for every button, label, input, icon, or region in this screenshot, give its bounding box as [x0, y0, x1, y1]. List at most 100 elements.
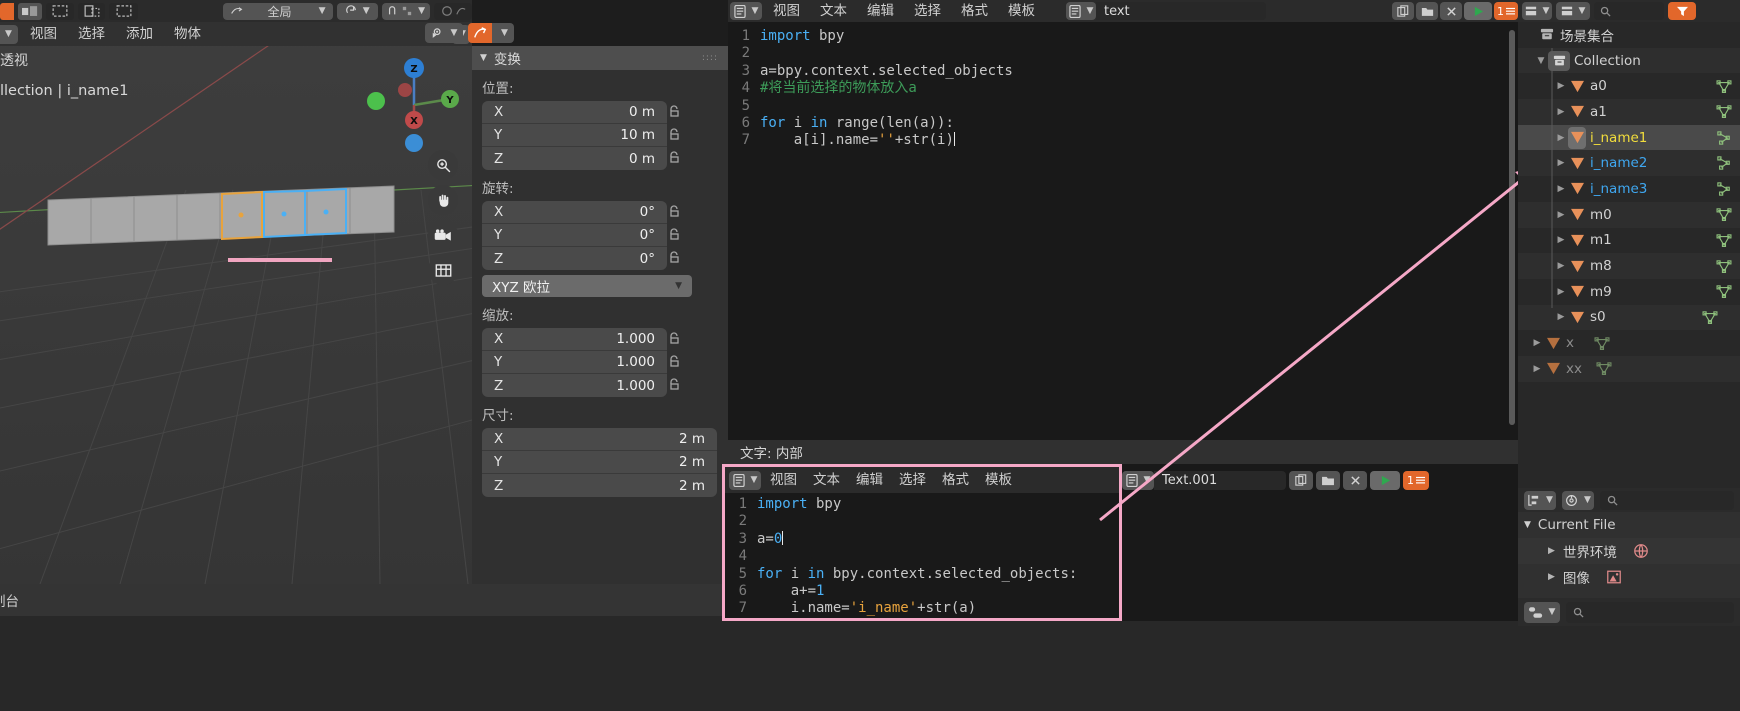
outliner-item-m9[interactable]: ▶ m9	[1518, 279, 1740, 305]
editor-type-dropdown[interactable]: ▼	[729, 470, 761, 490]
panel-drag-handle[interactable]: ::::	[702, 53, 718, 63]
datablock-name-field[interactable]: Text.001	[1154, 470, 1286, 490]
outliner-item-m1[interactable]: ▶ m1	[1518, 228, 1740, 254]
select-extend-icon[interactable]	[78, 2, 106, 20]
show-gizmo-toggle[interactable]	[468, 23, 492, 43]
dimension-z-field[interactable]: Z 2 m	[482, 474, 717, 497]
editor-scrollbar[interactable]	[1509, 30, 1515, 425]
lock-scale-icons[interactable]	[668, 332, 682, 402]
lock-location-icons[interactable]	[668, 105, 682, 175]
outliner-scene-collection-row[interactable]: 场景集合	[1518, 22, 1740, 48]
viewport-menu-view[interactable]: 视图	[21, 23, 66, 45]
snapping-dropdown[interactable]: ▼	[381, 2, 431, 20]
text-menu-format[interactable]: 格式	[935, 470, 976, 490]
disclosure-icon[interactable]: ▶	[1554, 133, 1568, 143]
location-x-field[interactable]: X 0 m	[482, 101, 667, 124]
outliner-header[interactable]: ▼ ▼	[1518, 0, 1740, 22]
scale-fields[interactable]: X 1.000 Y 1.000 Z 1.000	[482, 328, 667, 397]
disclosure-icon[interactable]: ▶	[1530, 364, 1544, 374]
blender-file-dropdown[interactable]: ▼	[1562, 490, 1594, 510]
rotation-fields[interactable]: X 0° Y 0° Z 0°	[482, 201, 667, 270]
disclosure-icon[interactable]: ▶	[1554, 261, 1568, 271]
object-mode-icon[interactable]	[18, 2, 42, 20]
text-menu-edit[interactable]: 编辑	[858, 2, 903, 21]
disclosure-icon[interactable]: ▶	[1530, 338, 1544, 348]
disclosure-icon[interactable]: ▶	[1554, 107, 1568, 117]
secondary-properties-header[interactable]: ▼	[1518, 598, 1740, 626]
text-editor-top-header[interactable]: ▼ 视图 文本 编辑 选择 格式 模板 ▼ text 1	[728, 0, 1518, 22]
mode-dropdown[interactable]: ▼	[0, 24, 18, 44]
properties-current-file-row[interactable]: ▼ Current File	[1518, 512, 1740, 538]
disclosure-icon[interactable]: ▶	[1548, 546, 1555, 556]
lock-rotation-icons[interactable]	[668, 205, 682, 275]
gizmo-dropdown[interactable]: ▼	[492, 23, 514, 43]
viewport-display-controls[interactable]: ▼ ▼	[425, 20, 514, 46]
outliner-item-x[interactable]: ▶ x	[1518, 330, 1740, 356]
outliner-item-i_name2[interactable]: ▶ i_name2	[1518, 150, 1740, 177]
rotation-y-field[interactable]: Y 0°	[482, 224, 667, 247]
close-icon[interactable]	[1440, 2, 1462, 20]
rotation-z-field[interactable]: Z 0°	[482, 247, 667, 270]
text-editor-bottom-content[interactable]: 1 import bpy 2 3 a=0 4 5 for i in bpy.conte…	[725, 493, 1119, 618]
disclosure-icon[interactable]: ▶	[1554, 184, 1568, 194]
datablock-browse-dropdown[interactable]: ▼	[1066, 2, 1096, 20]
outliner[interactable]: ▼ ▼ 场景集合 ▼ Collection ▶ a0 ▶ a1 ▶ i_name…	[1518, 0, 1740, 488]
open-text-icon[interactable]	[1316, 470, 1340, 490]
secondary-search-input[interactable]	[1566, 601, 1734, 623]
disclosure-icon[interactable]: ▶	[1554, 312, 1568, 322]
disclosure-icon[interactable]: ▼	[1534, 56, 1548, 66]
outliner-collection-row[interactable]: ▼ Collection	[1518, 47, 1740, 74]
editor-type-dropdown[interactable]: ▼	[1524, 490, 1556, 510]
outliner-search-input[interactable]	[1594, 2, 1664, 20]
disclosure-icon[interactable]: ▶	[1548, 572, 1555, 582]
outliner-item-s0[interactable]: ▶ s0	[1518, 304, 1740, 331]
datablock-name-field[interactable]: text	[1096, 2, 1266, 20]
properties-header[interactable]: ▼ ▼	[1518, 488, 1740, 512]
camera-icon[interactable]	[428, 220, 458, 250]
mesh-data-icon[interactable]	[1714, 285, 1734, 299]
outliner-item-i_name1[interactable]: ▶ i_name1	[1518, 124, 1740, 151]
text-menu-view[interactable]: 视图	[763, 470, 804, 490]
text-menu-view[interactable]: 视图	[764, 2, 809, 21]
dimensions-fields[interactable]: X 2 m Y 2 m Z 2 m	[482, 428, 717, 497]
disclosure-icon[interactable]: ▶	[1554, 81, 1568, 91]
line-numbers-toggle[interactable]: 1	[1403, 470, 1429, 490]
outliner-item-a0[interactable]: ▶ a0	[1518, 73, 1740, 99]
viewport-header[interactable]: ▼ 视图 选择 添加 物体 ▼	[0, 22, 472, 46]
run-script-button[interactable]	[1370, 470, 1400, 490]
zoom-icon[interactable]	[428, 150, 458, 180]
blend-file-properties[interactable]: ▼ ▼ ▼ Current File ▶ 世界环境 ▶ 图像	[1518, 488, 1740, 598]
line-numbers-toggle[interactable]: 1	[1494, 2, 1518, 20]
properties-row-image[interactable]: ▶ 图像	[1518, 564, 1740, 590]
mesh-data-icon[interactable]	[1714, 208, 1734, 222]
disclosure-icon[interactable]: ▶	[1554, 287, 1568, 297]
scale-x-field[interactable]: X 1.000	[482, 328, 667, 351]
rotation-x-field[interactable]: X 0°	[482, 201, 667, 224]
secondary-properties-panel[interactable]: ▼	[1518, 598, 1740, 711]
pivot-point-dropdown[interactable]: ▼	[336, 2, 378, 20]
text-editor-bottom-header[interactable]: ▼ 视图 文本 编辑 选择 格式 模板	[725, 467, 1119, 493]
text-menu-templates[interactable]: 模板	[978, 470, 1019, 490]
mesh-data-icon[interactable]	[1714, 130, 1734, 145]
outliner-item-a1[interactable]: ▶ a1	[1518, 99, 1740, 125]
select-box-icon[interactable]	[45, 2, 75, 20]
properties-search-input[interactable]	[1600, 490, 1734, 510]
scale-z-field[interactable]: Z 1.000	[482, 374, 667, 397]
viewport-menu-add[interactable]: 添加	[117, 23, 162, 45]
text-menu-text[interactable]: 文本	[811, 2, 856, 21]
text-menu-text[interactable]: 文本	[806, 470, 847, 490]
editor-type-dropdown[interactable]: ▼	[730, 2, 762, 20]
disclosure-icon[interactable]: ▶	[1554, 235, 1568, 245]
3d-viewport[interactable]: 透视 llection | i_name1 Z X Y	[0, 0, 472, 584]
viewport-menu-object[interactable]: 物体	[165, 23, 210, 45]
mesh-data-icon[interactable]	[1714, 259, 1734, 273]
close-icon[interactable]	[1343, 470, 1367, 490]
text-menu-edit[interactable]: 编辑	[849, 470, 890, 490]
mesh-data-icon[interactable]	[1714, 234, 1734, 247]
text-editor-bottom-header-right[interactable]: ▼ Text.001 1	[1122, 467, 1429, 493]
text-menu-templates[interactable]: 模板	[999, 2, 1044, 21]
mesh-data-icon[interactable]	[1592, 336, 1612, 350]
scale-y-field[interactable]: Y 1.000	[482, 351, 667, 374]
top-toolbar[interactable]: 全局 ▼ ▼ ▼	[0, 0, 472, 22]
mesh-data-icon[interactable]	[1594, 362, 1614, 376]
